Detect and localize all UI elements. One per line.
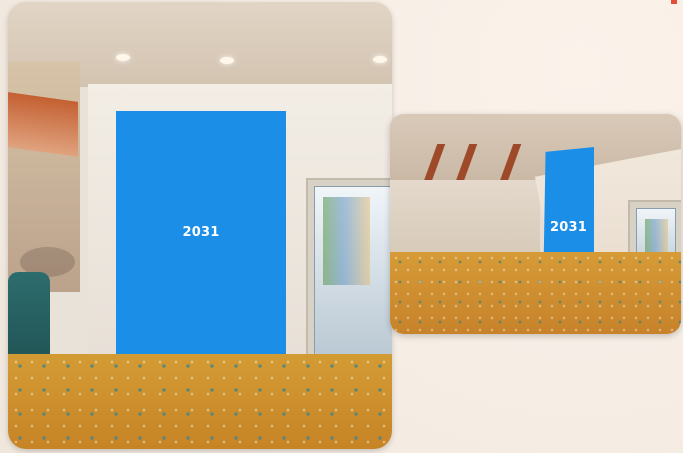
main-blue-screen: 2031 xyxy=(116,111,286,354)
ceiling-light xyxy=(116,54,130,61)
main-screen-label: 2031 xyxy=(182,225,220,240)
patterned-carpet xyxy=(8,354,392,449)
secondary-screen-label: 2031 xyxy=(550,220,587,235)
wall-monitor-frame xyxy=(306,178,392,372)
ceiling-light xyxy=(373,56,387,63)
secondary-back-wall xyxy=(390,180,540,254)
page-canvas: 2031 2031 xyxy=(0,0,683,453)
secondary-photo-card: 2031 xyxy=(390,114,681,334)
red-corner-accent xyxy=(671,0,677,4)
secondary-patterned-carpet xyxy=(390,252,681,334)
ceiling-light xyxy=(220,57,234,64)
wall-monitor-screen xyxy=(314,186,392,364)
main-photo-scene: 2031 xyxy=(8,2,392,449)
main-photo-card: 2031 xyxy=(8,2,392,449)
left-decor-stripe xyxy=(8,92,78,157)
secondary-photo-scene: 2031 xyxy=(390,114,681,334)
